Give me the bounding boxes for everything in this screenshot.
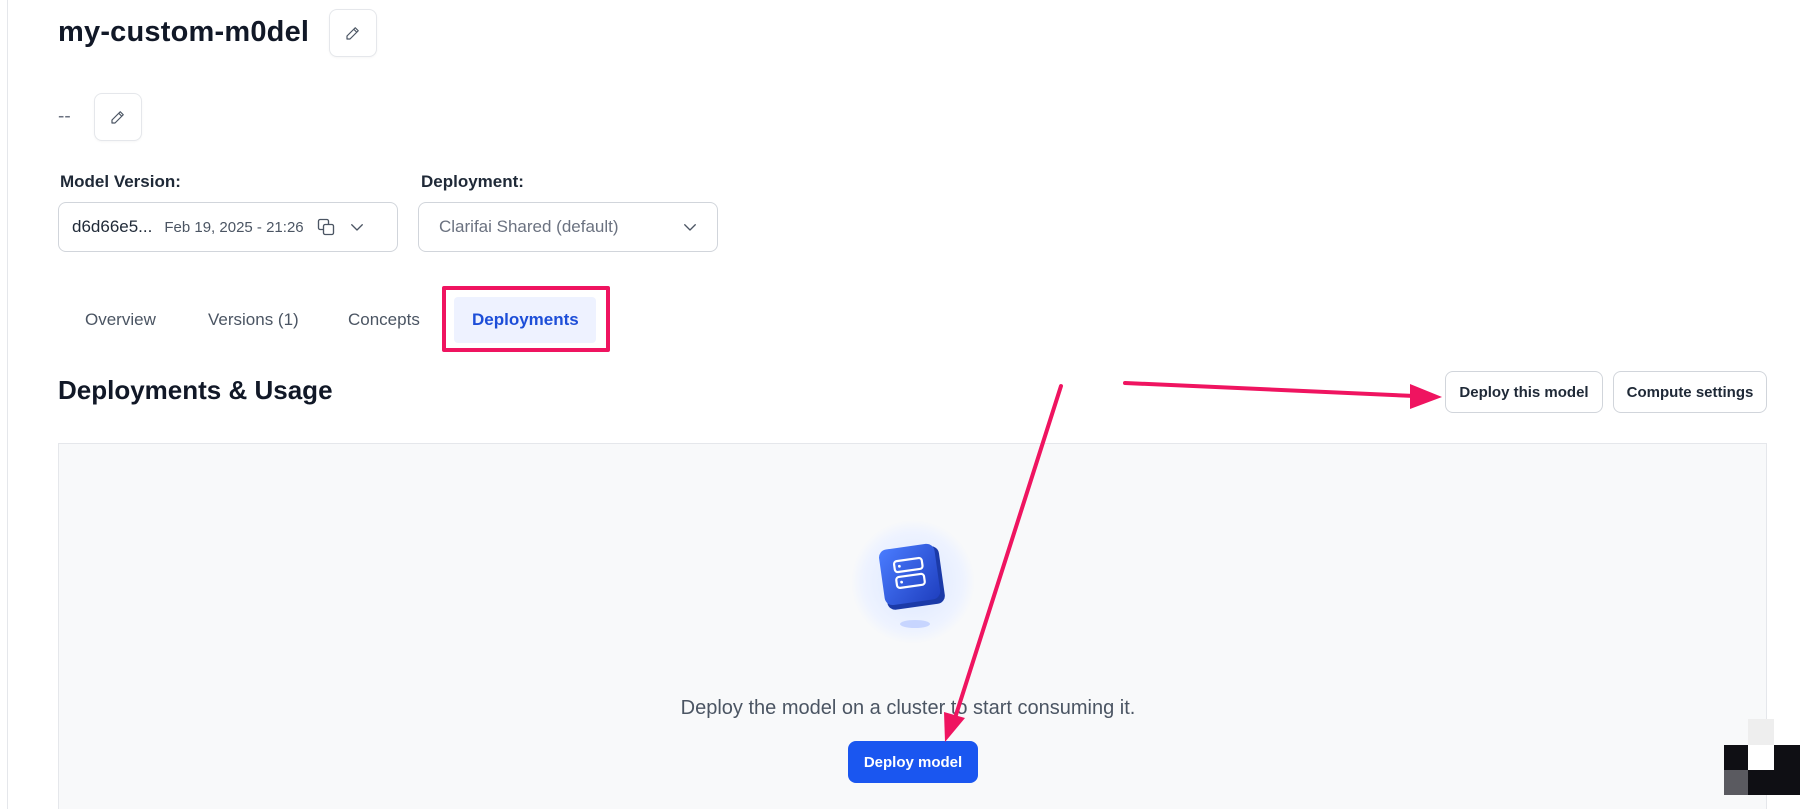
model-version-id: d6d66e5...	[72, 217, 153, 236]
pencil-icon	[111, 111, 124, 124]
deployment-label: Deployment:	[421, 172, 524, 191]
chevron-down-icon	[684, 224, 696, 231]
server-chip-icon	[851, 520, 975, 644]
deploy-model-button[interactable]: Deploy model	[848, 741, 978, 783]
tab-versions[interactable]: Versions (1)	[208, 290, 299, 350]
compute-settings-button[interactable]: Compute settings	[1613, 371, 1767, 413]
deployment-value: Clarifai Shared (default)	[439, 217, 619, 236]
model-version-select[interactable]: d6d66e5... Feb 19, 2025 - 21:26	[58, 202, 398, 252]
chevron-down-icon	[350, 224, 363, 231]
edit-title-button[interactable]	[329, 9, 377, 57]
copy-icon[interactable]	[316, 217, 336, 237]
tab-overview[interactable]: Overview	[85, 290, 156, 350]
model-description: --	[58, 106, 71, 127]
deployment-select[interactable]: Clarifai Shared (default)	[418, 202, 718, 252]
model-version-date: Feb 19, 2025 - 21:26	[164, 218, 304, 236]
empty-state-message: Deploy the model on a cluster to start c…	[680, 697, 1136, 719]
model-version-label: Model Version:	[60, 172, 181, 191]
left-border	[7, 0, 8, 809]
corner-logo-icon	[1724, 719, 1800, 795]
arrow-to-deploy-this-model	[1123, 381, 1417, 398]
arrowhead-deploy-this-model	[1410, 384, 1442, 409]
page-title: my-custom-m0del	[58, 16, 310, 48]
section-title: Deployments & Usage	[58, 375, 333, 405]
tab-concepts[interactable]: Concepts	[348, 290, 420, 350]
edit-description-button[interactable]	[94, 93, 142, 141]
annotation-highlight-box	[442, 286, 610, 352]
deploy-this-model-button[interactable]: Deploy this model	[1445, 371, 1603, 413]
pencil-icon	[346, 27, 359, 40]
